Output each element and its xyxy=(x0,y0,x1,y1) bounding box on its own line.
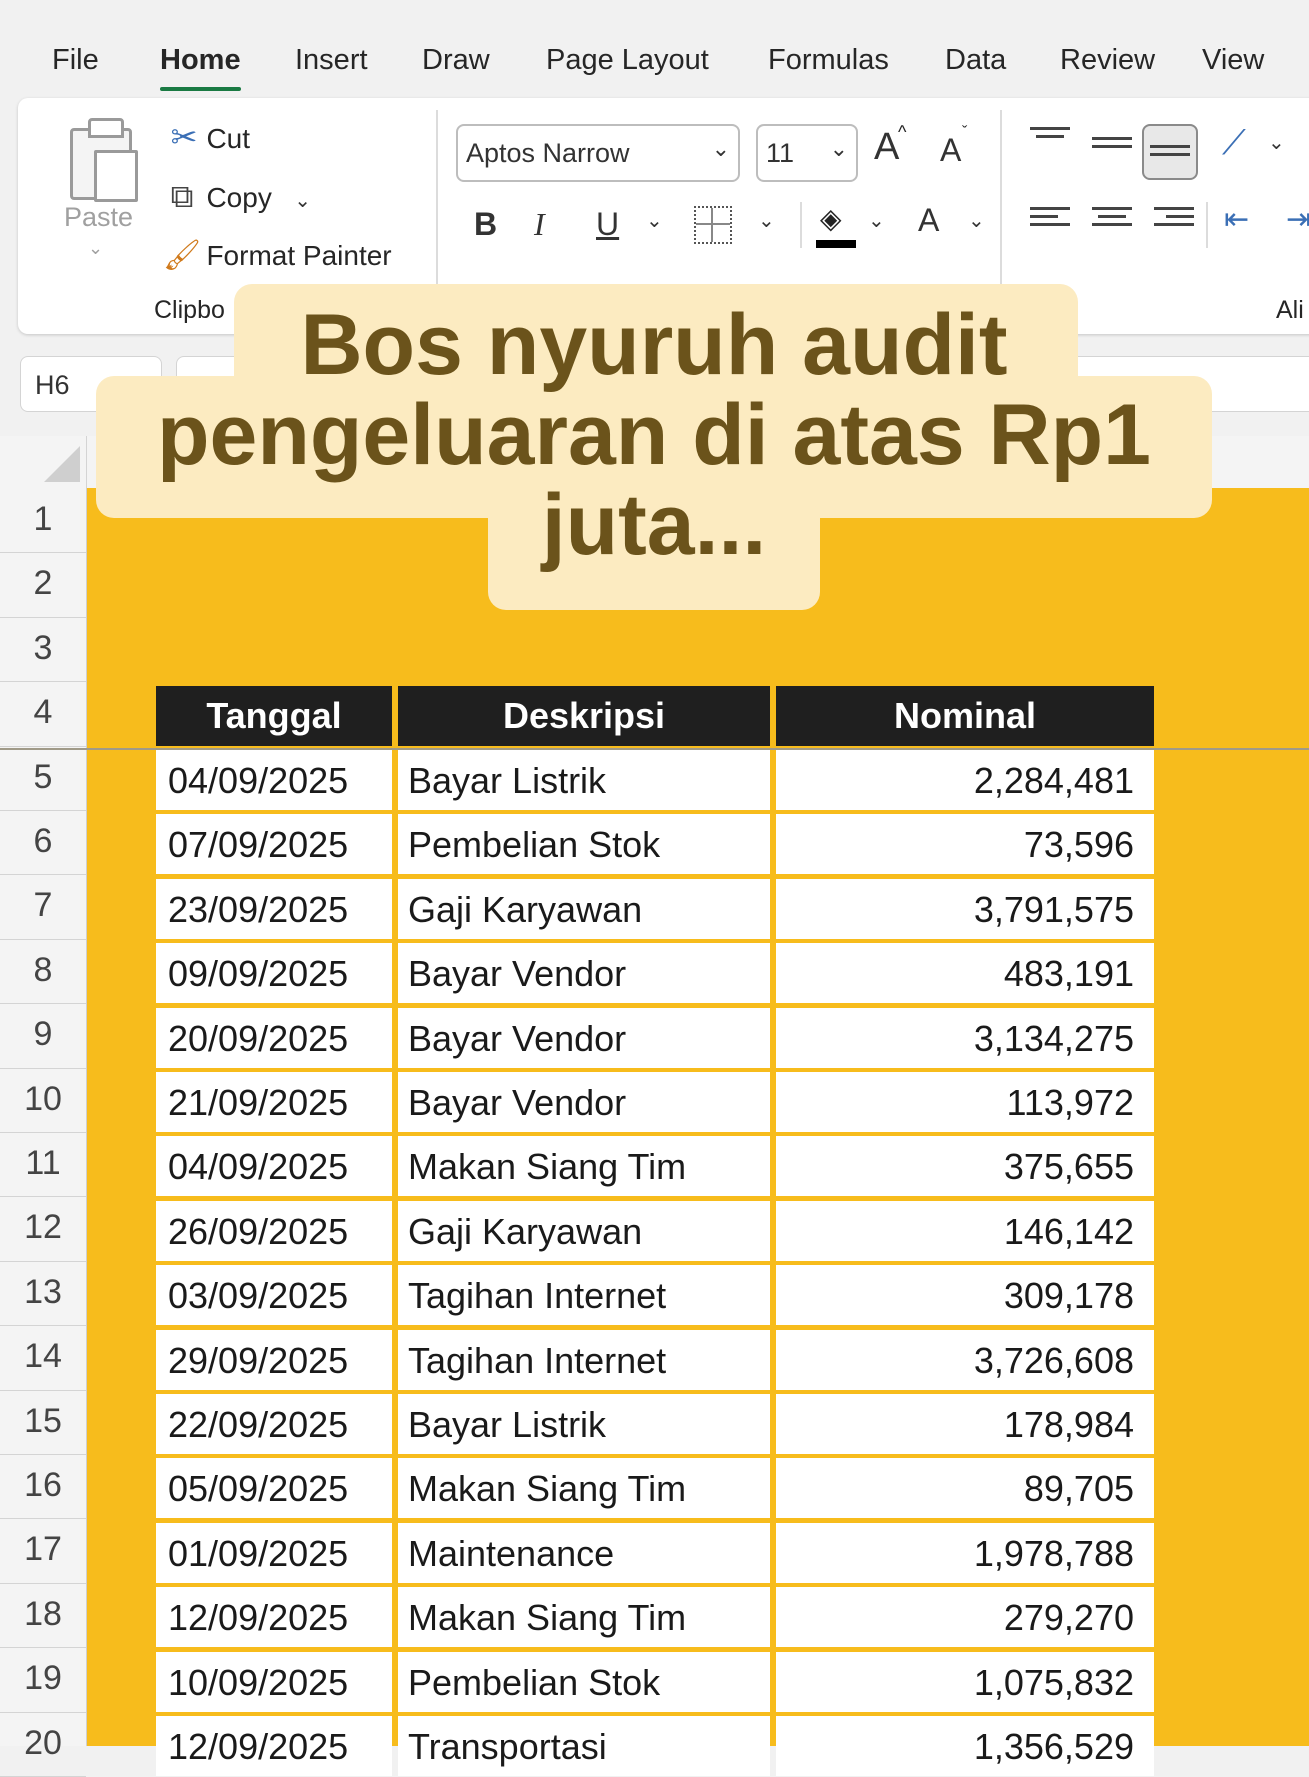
row-divider xyxy=(0,938,86,940)
cell-deskripsi[interactable]: Gaji Karyawan xyxy=(398,1200,770,1261)
cell-tanggal[interactable]: 20/09/2025 xyxy=(156,1007,392,1068)
cell-deskripsi[interactable]: Bayar Vendor xyxy=(398,1007,770,1068)
cell-nominal[interactable]: 1,356,529 xyxy=(776,1716,1154,1776)
row-divider xyxy=(0,1003,86,1005)
cell-nominal[interactable]: 178,984 xyxy=(776,1394,1154,1454)
cell-deskripsi[interactable]: Maintenance xyxy=(398,1522,770,1583)
cell-tanggal[interactable]: 07/09/2025 xyxy=(156,814,392,875)
row-number[interactable]: 5 xyxy=(0,758,86,797)
row-number[interactable]: 3 xyxy=(0,629,86,668)
cell-deskripsi[interactable]: Gaji Karyawan xyxy=(398,878,770,939)
row-divider xyxy=(0,1132,86,1133)
row-number[interactable]: 18 xyxy=(0,1595,86,1634)
row-divider xyxy=(0,874,86,876)
cell-tanggal[interactable]: 26/09/2025 xyxy=(156,1200,392,1261)
row-divider xyxy=(0,1518,86,1520)
caption-overlay: Bos nyuruh audit pengeluaran di atas Rp1… xyxy=(0,0,1309,620)
cell-nominal[interactable]: 1,978,788 xyxy=(776,1522,1154,1583)
cell-deskripsi[interactable]: Bayar Listrik xyxy=(398,750,770,810)
cell-tanggal[interactable]: 22/09/2025 xyxy=(156,1394,392,1454)
row-divider xyxy=(0,1711,86,1713)
row-number[interactable]: 11 xyxy=(0,1144,86,1183)
cell-nominal[interactable]: 279,270 xyxy=(776,1587,1154,1648)
cell-nominal[interactable]: 375,655 xyxy=(776,1136,1154,1197)
cell-tanggal[interactable]: 01/09/2025 xyxy=(156,1522,392,1583)
cell-tanggal[interactable]: 21/09/2025 xyxy=(156,1072,392,1132)
cell-deskripsi[interactable]: Makan Siang Tim xyxy=(398,1587,770,1648)
cell-deskripsi[interactable]: Bayar Vendor xyxy=(398,1072,770,1132)
cell-nominal[interactable]: 89,705 xyxy=(776,1458,1154,1519)
row-divider xyxy=(0,1389,86,1391)
cell-nominal[interactable]: 146,142 xyxy=(776,1200,1154,1261)
cell-nominal[interactable]: 2,284,481 xyxy=(776,750,1154,810)
cell-tanggal[interactable]: 09/09/2025 xyxy=(156,943,392,1004)
row-number[interactable]: 7 xyxy=(0,886,86,925)
row-divider xyxy=(0,1454,86,1455)
cell-deskripsi[interactable]: Tagihan Internet xyxy=(398,1329,770,1390)
cell-tanggal[interactable]: 12/09/2025 xyxy=(156,1587,392,1648)
cell-deskripsi[interactable]: Pembelian Stok xyxy=(398,814,770,875)
row-number[interactable]: 12 xyxy=(0,1208,86,1247)
cell-nominal[interactable]: 3,791,575 xyxy=(776,878,1154,939)
row-number[interactable]: 13 xyxy=(0,1273,86,1312)
row-number[interactable]: 15 xyxy=(0,1402,86,1441)
row-number[interactable]: 20 xyxy=(0,1724,86,1763)
cell-deskripsi[interactable]: Bayar Vendor xyxy=(398,943,770,1004)
cell-deskripsi[interactable]: Makan Siang Tim xyxy=(398,1136,770,1197)
row-divider xyxy=(0,681,86,683)
header-nominal[interactable]: Nominal xyxy=(776,686,1154,746)
header-deskripsi[interactable]: Deskripsi xyxy=(398,686,770,746)
cell-nominal[interactable]: 113,972 xyxy=(776,1072,1154,1132)
cell-nominal[interactable]: 3,134,275 xyxy=(776,1007,1154,1068)
row-divider xyxy=(0,1067,86,1069)
row-divider xyxy=(0,810,86,811)
row-number[interactable]: 16 xyxy=(0,1466,86,1505)
row-number[interactable]: 19 xyxy=(0,1659,86,1698)
cell-tanggal[interactable]: 05/09/2025 xyxy=(156,1458,392,1519)
row-number[interactable]: 10 xyxy=(0,1080,86,1119)
cell-tanggal[interactable]: 10/09/2025 xyxy=(156,1651,392,1712)
cell-tanggal[interactable]: 23/09/2025 xyxy=(156,878,392,939)
cell-nominal[interactable]: 1,075,832 xyxy=(776,1651,1154,1712)
caption-text: Bos nyuruh audit pengeluaran di atas Rp1… xyxy=(156,297,1152,573)
cell-tanggal[interactable]: 29/09/2025 xyxy=(156,1329,392,1390)
row-number[interactable]: 17 xyxy=(0,1530,86,1569)
row-number[interactable]: 9 xyxy=(0,1015,86,1054)
cell-deskripsi[interactable]: Makan Siang Tim xyxy=(398,1458,770,1519)
header-tanggal[interactable]: Tanggal xyxy=(156,686,392,746)
cell-nominal[interactable]: 309,178 xyxy=(776,1265,1154,1326)
cell-tanggal[interactable]: 04/09/2025 xyxy=(156,750,392,810)
row-number[interactable]: 4 xyxy=(0,693,86,732)
row-number[interactable]: 8 xyxy=(0,951,86,990)
row-number[interactable]: 6 xyxy=(0,822,86,861)
row-number[interactable]: 14 xyxy=(0,1337,86,1376)
cell-tanggal[interactable]: 03/09/2025 xyxy=(156,1265,392,1326)
cell-deskripsi[interactable]: Transportasi xyxy=(398,1716,770,1776)
row-divider xyxy=(0,1647,86,1649)
row-divider xyxy=(0,745,86,747)
row-divider xyxy=(0,1260,86,1262)
cell-nominal[interactable]: 73,596 xyxy=(776,814,1154,875)
cell-deskripsi[interactable]: Tagihan Internet xyxy=(398,1265,770,1326)
row-divider xyxy=(0,1196,86,1198)
row-divider xyxy=(0,1582,86,1584)
cell-tanggal[interactable]: 12/09/2025 xyxy=(156,1716,392,1776)
cell-nominal[interactable]: 483,191 xyxy=(776,943,1154,1004)
cell-nominal[interactable]: 3,726,608 xyxy=(776,1329,1154,1390)
cell-deskripsi[interactable]: Pembelian Stok xyxy=(398,1651,770,1712)
row-divider xyxy=(0,1325,86,1327)
cell-deskripsi[interactable]: Bayar Listrik xyxy=(398,1394,770,1454)
cell-tanggal[interactable]: 04/09/2025 xyxy=(156,1136,392,1197)
